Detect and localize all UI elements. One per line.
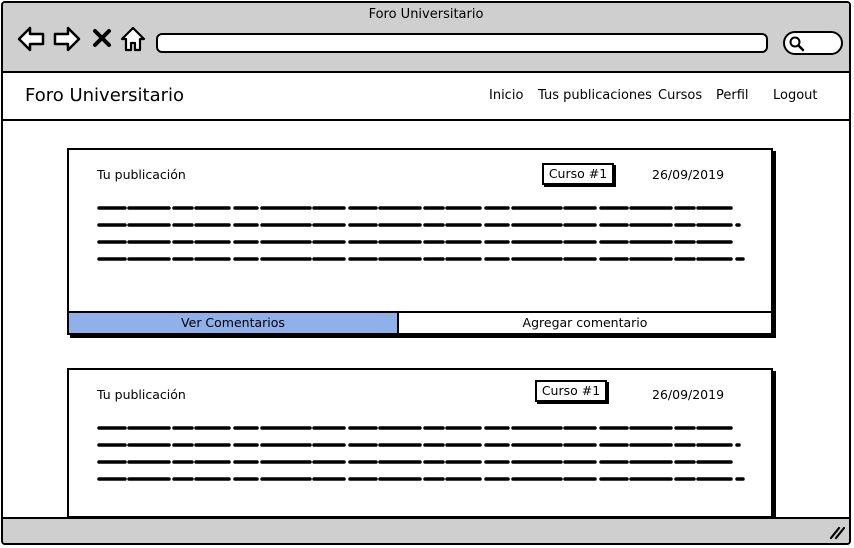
- nav-inicio[interactable]: Inicio: [489, 88, 523, 103]
- nav-logout[interactable]: Logout: [773, 88, 818, 103]
- browser-window: Foro Universitario Foro Universitario In…: [1, 1, 851, 545]
- forward-arrow-icon[interactable]: [53, 25, 81, 53]
- nav-perfil[interactable]: Perfil: [716, 88, 749, 103]
- home-icon[interactable]: [119, 25, 147, 53]
- post-actions: Ver Comentarios Agregar comentario: [69, 311, 771, 333]
- posts-list: Tu publicación Curso #1 26/09/2019 Ver C…: [3, 121, 849, 521]
- resize-grip-icon[interactable]: [829, 526, 845, 540]
- course-badge[interactable]: Curso #1: [542, 163, 614, 185]
- post-date: 26/09/2019: [652, 167, 725, 182]
- post-title: Tu publicación: [97, 387, 186, 402]
- post-card: Tu publicación Curso #1 26/09/2019: [67, 368, 773, 518]
- search-icon: [789, 36, 805, 52]
- post-body-placeholder: [97, 206, 745, 261]
- course-badge[interactable]: Curso #1: [535, 380, 607, 402]
- nav-tus-publicaciones[interactable]: Tus publicaciones: [538, 88, 652, 103]
- close-icon[interactable]: [91, 27, 113, 49]
- browser-statusbar: [3, 517, 849, 543]
- view-comments-button[interactable]: Ver Comentarios: [69, 313, 399, 333]
- post-body-placeholder: [97, 426, 745, 481]
- add-comment-button[interactable]: Agregar comentario: [399, 313, 771, 333]
- app-header: Foro Universitario Inicio Tus publicacio…: [3, 73, 849, 121]
- post-date: 26/09/2019: [652, 387, 725, 402]
- browser-titlebar: Foro Universitario: [3, 3, 849, 73]
- window-title: Foro Universitario: [368, 7, 484, 22]
- post-card: Tu publicación Curso #1 26/09/2019 Ver C…: [67, 148, 773, 335]
- nav-cursos[interactable]: Cursos: [658, 88, 702, 103]
- brand-title[interactable]: Foro Universitario: [25, 85, 184, 106]
- back-arrow-icon[interactable]: [17, 25, 45, 53]
- browser-search-button[interactable]: [783, 31, 843, 55]
- url-bar[interactable]: [156, 33, 768, 53]
- post-title: Tu publicación: [97, 167, 186, 182]
